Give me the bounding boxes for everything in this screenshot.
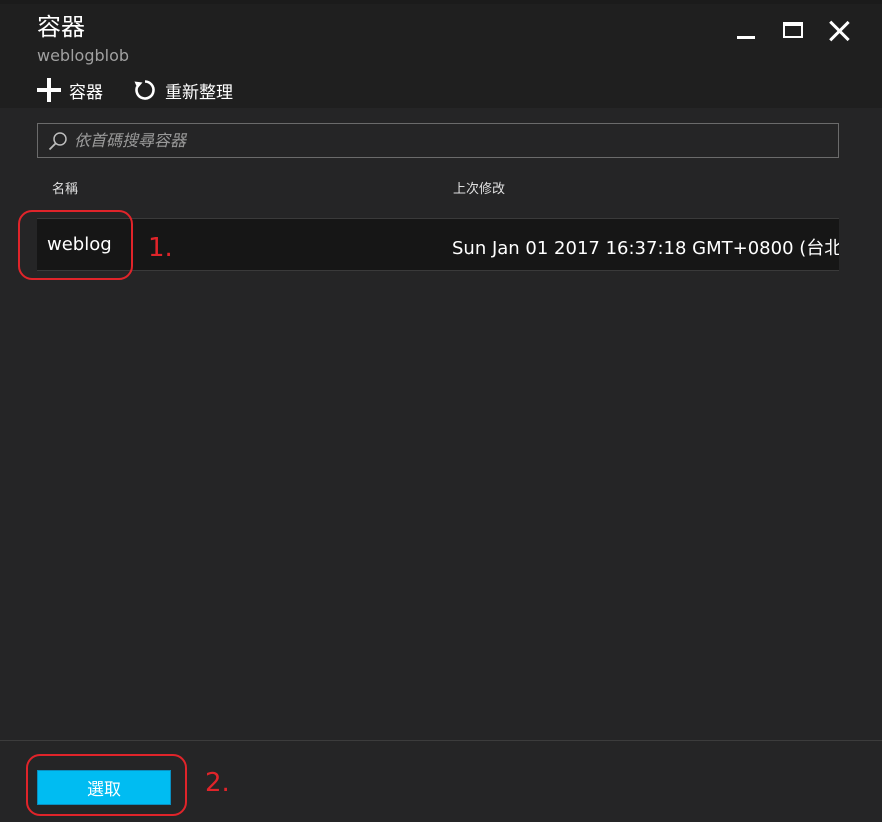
blade-header: 容器 weblogblob 容器 重新整理 (0, 4, 882, 108)
maximize-icon (783, 22, 803, 38)
annotation-box-2 (26, 754, 187, 816)
annotation-box-1 (18, 210, 133, 280)
search-icon (48, 131, 67, 150)
search-box (37, 123, 839, 158)
refresh-button[interactable]: 重新整理 (133, 78, 233, 103)
minimize-button[interactable] (724, 16, 770, 46)
annotation-label-1: 1. (148, 233, 173, 263)
maximize-button[interactable] (770, 16, 816, 46)
blade-title: 容器 (37, 13, 85, 41)
column-header-modified[interactable]: 上次修改 (453, 178, 505, 197)
refresh-label: 重新整理 (165, 82, 233, 103)
close-button[interactable] (816, 16, 862, 46)
command-bar: 容器 重新整理 (37, 76, 263, 104)
plus-icon (37, 78, 61, 102)
blade-subtitle: weblogblob (37, 46, 130, 65)
add-container-label: 容器 (69, 82, 103, 103)
footer-divider (0, 740, 882, 741)
annotation-label-2: 2. (205, 768, 230, 798)
window-controls (724, 16, 862, 46)
last-modified-cell: Sun Jan 01 2017 16:37:18 GMT+0800 (台北標..… (452, 238, 839, 259)
column-header-name[interactable]: 名稱 (52, 178, 78, 197)
close-icon (826, 18, 852, 44)
minimize-icon (737, 36, 755, 39)
refresh-icon (134, 80, 155, 100)
add-container-button[interactable]: 容器 (37, 78, 103, 103)
search-input[interactable] (74, 131, 814, 150)
container-blade: 容器 weblogblob 容器 重新整理 依首碼搜尋容器 名稱 上次修改 we… (0, 0, 882, 822)
